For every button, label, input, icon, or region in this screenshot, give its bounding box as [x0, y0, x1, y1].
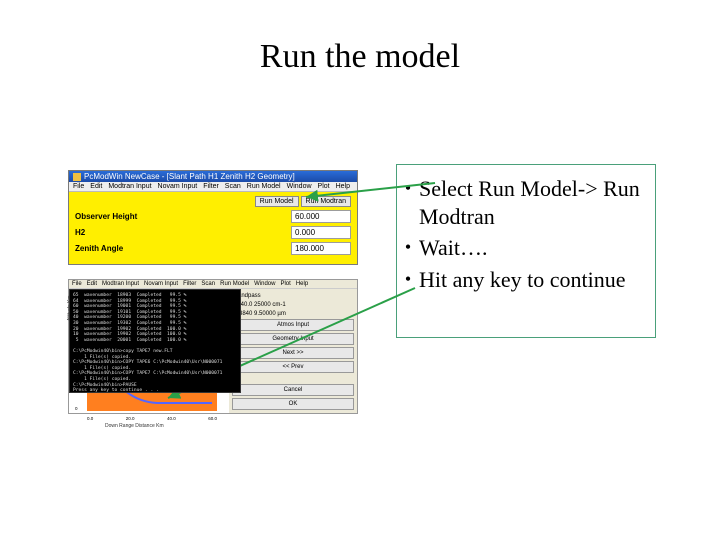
menu-window[interactable]: Window [287, 183, 312, 190]
menu-scan[interactable]: Scan [225, 183, 241, 190]
xtick: 20.0 [126, 416, 135, 421]
menu-run-model[interactable]: Run Model [220, 281, 249, 287]
menubar: File Edit Modtran Input Novam Input Filt… [69, 182, 357, 192]
bandpass-value-um: 2.3840 9.50000 µm [232, 310, 354, 317]
observer-height-input[interactable]: 60.000 [291, 210, 351, 223]
atmos-input-button[interactable]: Atmos Input [232, 319, 354, 331]
menu-filter[interactable]: Filter [183, 281, 196, 287]
h2-input[interactable]: 0.000 [291, 226, 351, 239]
console-output: 65 wavenumber 18903 Completed 99.5 % 64 … [69, 289, 241, 393]
xtick: 60.0 [208, 416, 217, 421]
menu-help[interactable]: Help [336, 183, 350, 190]
xtick: 0.0 [87, 416, 93, 421]
menu-plot[interactable]: Plot [280, 281, 290, 287]
zenith-angle-input[interactable]: 180.000 [291, 242, 351, 255]
menu-filter[interactable]: Filter [203, 183, 219, 190]
bullet-text: Hit any key to continue [419, 266, 647, 294]
menu-novam-input[interactable]: Novam Input [158, 183, 198, 190]
menubar: File Edit Modtran Input Novam Input Filt… [69, 280, 357, 289]
menu-run-model[interactable]: Run Model [247, 183, 281, 190]
xtick: 40.0 [167, 416, 176, 421]
run-model-button[interactable]: Run Model [255, 196, 299, 207]
instructions: • Select Run Model-> Run Modtran • Wait…… [396, 164, 656, 338]
menu-help[interactable]: Help [296, 281, 308, 287]
bullet-dot: • [397, 234, 419, 260]
run-modtran-button[interactable]: Run Modtran [301, 196, 351, 207]
observer-height-label: Observer Height [75, 212, 291, 221]
bullet-text: Select Run Model-> Run Modtran [419, 175, 647, 230]
bullet: • Hit any key to continue [397, 266, 647, 294]
screenshots-column: PcModWin NewCase - [Slant Path H1 Zenith… [68, 170, 358, 414]
menu-novam-input[interactable]: Novam Input [144, 281, 178, 287]
zenith-angle-label: Zenith Angle [75, 244, 291, 253]
bandpass-label: Bandpass [232, 292, 354, 299]
next-button[interactable]: Next >> [232, 347, 354, 359]
chart-xlabel: Down Range Distance Km [105, 423, 164, 429]
side-buttons: Bandpass 3440.0 25000 cm-1 2.3840 9.5000… [229, 289, 357, 413]
menu-window[interactable]: Window [254, 281, 275, 287]
menu-scan[interactable]: Scan [201, 281, 215, 287]
geometry-input-button[interactable]: Geometry Input [232, 333, 354, 345]
prev-button[interactable]: << Prev [232, 361, 354, 373]
bandpass-value-cm: 3440.0 25000 cm-1 [232, 301, 354, 308]
bullet-dot: • [397, 266, 419, 292]
titlebar: PcModWin NewCase - [Slant Path H1 Zenith… [69, 171, 357, 182]
menu-file[interactable]: File [72, 281, 82, 287]
bullet-dot: • [397, 175, 419, 201]
h2-label: H2 [75, 228, 291, 237]
menu-modtran-input[interactable]: Modtran Input [102, 281, 139, 287]
bullet: • Wait…. [397, 234, 647, 262]
bullet-text: Wait…. [419, 234, 647, 262]
ytick: 0 [75, 406, 78, 411]
menu-file[interactable]: File [73, 183, 84, 190]
bullet: • Select Run Model-> Run Modtran [397, 175, 647, 230]
progress-window: File Edit Modtran Input Novam Input Filt… [68, 279, 358, 414]
app-icon [73, 173, 81, 181]
menu-modtran-input[interactable]: Modtran Input [108, 183, 151, 190]
form-panel: Run Model Run Modtran Observer Height 60… [69, 192, 357, 264]
ok-button[interactable]: OK [232, 398, 354, 410]
menu-edit[interactable]: Edit [87, 281, 97, 287]
pcmodwin-window: PcModWin NewCase - [Slant Path H1 Zenith… [68, 170, 358, 265]
menu-plot[interactable]: Plot [318, 183, 330, 190]
window-title: PcModWin NewCase - [Slant Path H1 Zenith… [84, 172, 295, 181]
chart-xticks: 0.0 20.0 40.0 60.0 [87, 416, 217, 421]
menu-edit[interactable]: Edit [90, 183, 102, 190]
chart-and-console-area: 0.0 20.0 40.0 60.0 0 2 4 6 Down Range Di… [69, 289, 229, 413]
slide-title: Run the model [0, 38, 720, 76]
cancel-button[interactable]: Cancel [232, 384, 354, 396]
